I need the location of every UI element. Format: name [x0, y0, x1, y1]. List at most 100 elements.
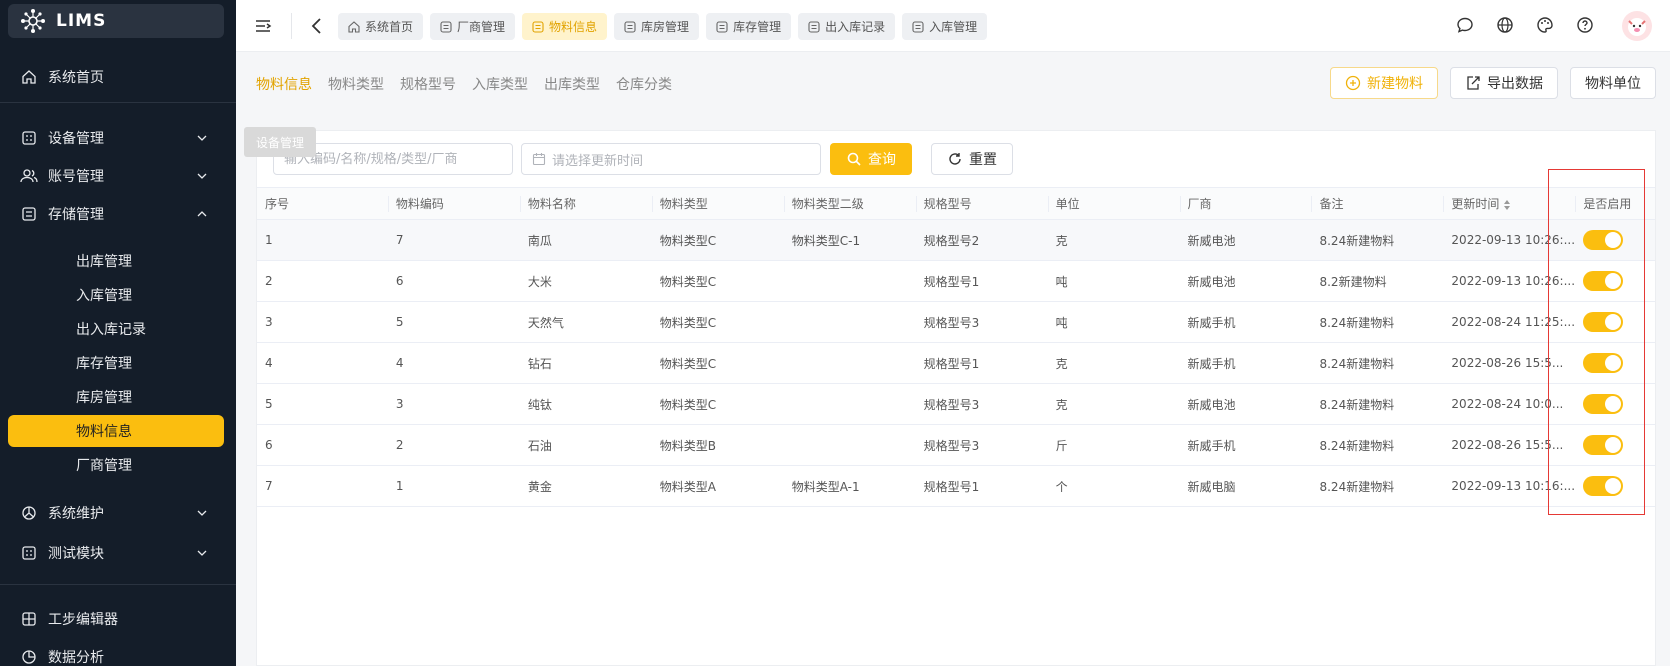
- sidebar-item-storage[interactable]: 存储管理: [0, 197, 236, 231]
- table-cell: 个: [1047, 465, 1180, 507]
- table-cell: 7: [257, 465, 388, 507]
- tab-label: 物料信息: [549, 20, 598, 34]
- header-tools: [1456, 16, 1594, 34]
- help-icon[interactable]: [1576, 16, 1594, 34]
- table-row[interactable]: 5 3 纯钛 物料类型C 规格型号3 克新威电池 8.24新建物料 2022-08-24 10…: [257, 383, 1655, 425]
- tab-label: 库存管理: [733, 20, 782, 34]
- table-cell: 天然气: [519, 301, 652, 343]
- subtab-material-type[interactable]: 物料类型: [328, 74, 384, 94]
- table-cell: 吨: [1047, 260, 1180, 302]
- sidebar-subitem-vendor[interactable]: 厂商管理: [8, 449, 224, 481]
- enabled-toggle[interactable]: [1583, 230, 1624, 250]
- grid-icon: [20, 610, 38, 628]
- material-unit-button[interactable]: 物料单位: [1570, 67, 1656, 99]
- sort-icon[interactable]: [1503, 199, 1511, 211]
- table-cell: 5: [387, 301, 520, 343]
- app-logo[interactable]: LIMS: [8, 4, 224, 38]
- enabled-toggle[interactable]: [1583, 394, 1624, 414]
- table-row[interactable]: 1 7 南瓜 物料类型C 物料类型C-1 规格型号2 克新威电池 8.24新建物料 2022-0…: [257, 219, 1655, 261]
- table-cell: 3: [257, 301, 388, 343]
- avatar[interactable]: [1622, 11, 1652, 41]
- storage-icon: [20, 205, 38, 223]
- avatar-icon: [1628, 18, 1646, 36]
- sidebar-subitem-records[interactable]: 出入库记录: [8, 313, 224, 345]
- tab-material[interactable]: 物料信息: [522, 13, 608, 40]
- subtab-inbound-type[interactable]: 入库类型: [472, 74, 528, 94]
- table-row[interactable]: 6 2 石油 物料类型B 规格型号3 斤新威手机 8.24新建物料 2022-08-26 15…: [257, 424, 1655, 466]
- table-cell: 规格型号3: [915, 424, 1048, 466]
- table-cell: 4: [257, 342, 388, 384]
- sidebar-item-device[interactable]: 设备管理: [0, 121, 236, 155]
- tab-records[interactable]: 出入库记录: [798, 13, 896, 40]
- table-cell: 2022-09-13 10:26:...: [1443, 260, 1576, 302]
- content-panel: 请选择更新时间 查询 重置 序号 物料编码 物料名称 物料类型 物料类型: [256, 130, 1656, 666]
- table-cell: 物料类型C: [651, 260, 784, 302]
- table-cell: 5: [257, 383, 388, 425]
- page-tabs: 系统首页 厂商管理 物料信息 库房管理 库存管理 出入库记录 入库管理: [338, 13, 988, 40]
- table-row[interactable]: 4 4 钻石 物料类型C 规格型号1 克新威手机 8.24新建物料 2022-08-26 15…: [257, 342, 1655, 384]
- enabled-toggle[interactable]: [1583, 476, 1624, 496]
- table-cell: 克: [1047, 383, 1180, 425]
- palette-icon[interactable]: [1536, 16, 1554, 34]
- enabled-toggle[interactable]: [1583, 312, 1624, 332]
- sidebar-item-test[interactable]: 测试模块: [0, 536, 236, 570]
- new-material-button[interactable]: 新建物料: [1330, 67, 1438, 99]
- sidebar-item-analysis[interactable]: 数据分析: [0, 640, 236, 666]
- tab-inbound[interactable]: 入库管理: [902, 13, 988, 40]
- test-icon: [20, 544, 38, 562]
- enabled-cell: [1575, 342, 1655, 384]
- sidebar-item-maintenance[interactable]: 系统维护: [0, 496, 236, 530]
- column-header-sortable[interactable]: 更新时间: [1443, 187, 1576, 220]
- sidebar-subitem-warehouse[interactable]: 库房管理: [8, 381, 224, 413]
- tab-warehouse[interactable]: 库房管理: [614, 13, 700, 40]
- tab-label: 系统首页: [365, 20, 414, 34]
- chat-icon[interactable]: [1456, 16, 1474, 34]
- table-cell: 物料类型C: [651, 383, 784, 425]
- table-row[interactable]: 2 6 大米 物料类型C 规格型号1 吨新威电池 8.2新建物料 2022-09-13 10:…: [257, 260, 1655, 302]
- menu-toggle-icon[interactable]: [254, 17, 272, 35]
- page-icon: [912, 20, 924, 33]
- sidebar-subitem-inbound[interactable]: 入库管理: [8, 279, 224, 311]
- reset-button[interactable]: 重置: [931, 143, 1013, 175]
- sidebar-item-label: 系统维护: [48, 506, 104, 522]
- globe-icon[interactable]: [1496, 16, 1514, 34]
- home-icon: [20, 68, 38, 86]
- sidebar-subitem-material[interactable]: 物料信息: [8, 415, 224, 447]
- search-icon: [847, 152, 861, 166]
- tab-home[interactable]: 系统首页: [338, 13, 424, 40]
- date-picker[interactable]: 请选择更新时间: [521, 143, 821, 175]
- table-row[interactable]: 3 5 天然气 物料类型C 规格型号3 吨新威手机 8.24新建物料 2022-08-24 1…: [257, 301, 1655, 343]
- enabled-toggle[interactable]: [1583, 353, 1624, 373]
- sidebar-item-accounts[interactable]: 账号管理: [0, 159, 236, 193]
- table-cell: 8.24新建物料: [1311, 424, 1444, 466]
- enabled-toggle[interactable]: [1583, 271, 1624, 291]
- query-button[interactable]: 查询: [830, 143, 912, 175]
- table-row[interactable]: 7 1 黄金 物料类型A 物料类型A-1 规格型号1 个新威电脑 8.24新建物料 2022-0…: [257, 465, 1655, 507]
- sidebar-item-home[interactable]: 系统首页: [0, 60, 236, 94]
- table-cell: 物料类型C-1: [783, 219, 916, 261]
- table-cell: 8.24新建物料: [1311, 301, 1444, 343]
- subtab-outbound-type[interactable]: 出库类型: [544, 74, 600, 94]
- table-cell: 吨: [1047, 301, 1180, 343]
- table-cell: 新威手机: [1179, 301, 1312, 343]
- sidebar-item-label: 测试模块: [48, 546, 104, 562]
- back-arrow-icon[interactable]: [308, 16, 326, 36]
- tab-vendor[interactable]: 厂商管理: [430, 13, 516, 40]
- divider: [291, 13, 292, 39]
- table-cell: 规格型号3: [915, 301, 1048, 343]
- tab-label: 出入库记录: [825, 20, 886, 34]
- column-header: 物料编码: [387, 187, 520, 220]
- sidebar-subitem-inventory[interactable]: 库存管理: [8, 347, 224, 379]
- subtab-spec-model[interactable]: 规格型号: [400, 74, 456, 94]
- enabled-toggle[interactable]: [1583, 435, 1624, 455]
- export-button[interactable]: 导出数据: [1450, 67, 1558, 99]
- table-cell: 物料类型B: [651, 424, 784, 466]
- search-input[interactable]: [284, 151, 512, 167]
- subtab-warehouse-category[interactable]: 仓库分类: [616, 74, 672, 94]
- tab-inventory[interactable]: 库存管理: [706, 13, 792, 40]
- column-header: 厂商: [1179, 187, 1312, 220]
- sidebar-item-step-editor[interactable]: 工步编辑器: [0, 602, 236, 636]
- subtab-material-info[interactable]: 物料信息: [256, 74, 312, 94]
- sidebar-subitem-outbound[interactable]: 出库管理: [8, 245, 224, 277]
- table-cell: 2022-08-24 11:25:...: [1443, 301, 1576, 343]
